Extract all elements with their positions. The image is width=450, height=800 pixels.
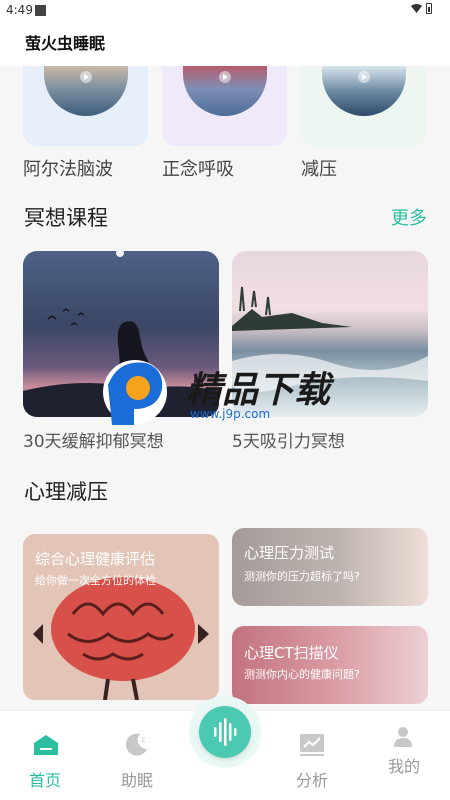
- course-label-depression: 30天缓解抑郁冥想: [23, 432, 164, 452]
- center-play-button[interactable]: [189, 696, 261, 768]
- watermark-text: 精品下载: [186, 370, 331, 411]
- mini-card-image: [183, 66, 267, 116]
- watermark-url: www.j9p.com: [190, 407, 271, 421]
- mini-card-breath[interactable]: [162, 66, 287, 146]
- nav-label: 首页: [28, 771, 61, 790]
- nav-item-sleep[interactable]: z 助眠: [102, 711, 172, 800]
- meditation-section-title: 冥想课程: [24, 206, 108, 230]
- status-icons: [411, 3, 432, 14]
- mini-label-breath: 正念呼吸: [162, 159, 234, 180]
- chart-icon: [300, 734, 324, 756]
- nav-label: 助眠: [120, 771, 153, 790]
- mini-card-image: [322, 66, 406, 116]
- more-link[interactable]: 更多: [391, 204, 427, 230]
- stress-card-assessment[interactable]: 综合心理健康评估 给你做一次全方位的体检: [23, 534, 219, 700]
- play-icon: [358, 71, 370, 83]
- stress-card-subtitle: 测测你内心的健康问题?: [244, 668, 360, 681]
- app-title: 萤火虫睡眠: [25, 34, 106, 53]
- svg-text:z: z: [141, 735, 145, 744]
- nav-item-analysis[interactable]: 分析: [277, 711, 347, 800]
- stress-card-subtitle: 测测你的压力超标了吗?: [244, 570, 360, 583]
- stress-card-subtitle: 给你做一次全方位的体检: [35, 574, 156, 587]
- mini-label-relief: 减压: [301, 159, 337, 180]
- home-icon: [34, 735, 58, 755]
- status-bar: 4:49: [0, 0, 450, 22]
- watermark-logo-icon: [103, 360, 167, 425]
- center-button-core: [199, 706, 251, 758]
- stress-card-title: 心理压力测试: [244, 544, 335, 562]
- battery-icon: [426, 3, 432, 14]
- user-icon: [394, 727, 412, 747]
- mini-card-alpha[interactable]: [23, 66, 148, 146]
- mini-card-relief[interactable]: [301, 66, 426, 146]
- nav-label: 分析: [295, 771, 328, 790]
- nav-item-profile[interactable]: 我的: [369, 711, 439, 800]
- mini-card-image: [44, 66, 128, 116]
- stress-card-pressure[interactable]: 心理压力测试 测测你的压力超标了吗?: [232, 528, 428, 606]
- nav-item-home[interactable]: 首页: [10, 711, 80, 800]
- status-time: 4:49: [6, 3, 33, 17]
- notification-icon: [35, 5, 46, 16]
- app-header: 萤火虫睡眠: [0, 22, 450, 66]
- watermark: 精品下载 www.j9p.com: [98, 355, 358, 430]
- stress-card-title: 综合心理健康评估: [35, 550, 156, 568]
- stress-card-ct-scan[interactable]: 心理CT扫描仪 测测你内心的健康问题?: [232, 626, 428, 704]
- wifi-icon: [411, 4, 422, 13]
- nav-label: 我的: [387, 757, 420, 776]
- psychology-section-title: 心理减压: [24, 480, 108, 504]
- course-label-attraction: 5天吸引力冥想: [232, 432, 345, 452]
- play-icon: [80, 71, 92, 83]
- stress-card-title: 心理CT扫描仪: [244, 644, 339, 662]
- soundwave-icon: [214, 718, 237, 746]
- mini-label-alpha: 阿尔法脑波: [23, 159, 113, 180]
- moon-icon: z: [125, 733, 147, 756]
- play-icon: [219, 71, 231, 83]
